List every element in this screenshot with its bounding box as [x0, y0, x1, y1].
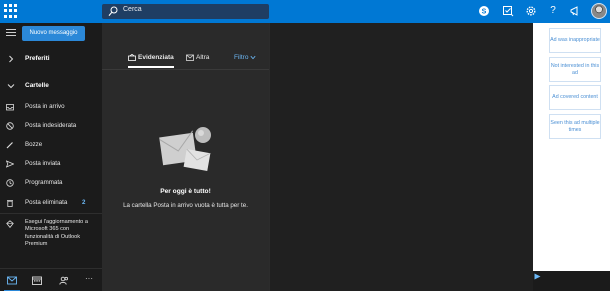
- folder-scheduled[interactable]: Programmata: [0, 177, 102, 190]
- other-inbox-icon: [186, 54, 194, 61]
- announcement-icon[interactable]: [569, 5, 581, 17]
- ad-feedback-seen-multiple-button[interactable]: Seen this ad multiple times: [549, 114, 601, 139]
- ad-feedback-inappropriate-button[interactable]: Ad was inappropriate: [549, 28, 601, 53]
- ad-feedback-pane: Ad was inappropriate Not interested in t…: [533, 23, 610, 271]
- drafts-icon: [6, 142, 13, 149]
- ad-choices-icon[interactable]: [534, 273, 541, 280]
- scheduled-icon: [6, 179, 14, 187]
- folder-junk[interactable]: Posta indesiderata: [0, 120, 102, 133]
- folder-label: Posta eliminata: [25, 199, 68, 206]
- focused-inbox-icon: [128, 54, 136, 61]
- favorites-section[interactable]: Preferiti: [0, 54, 102, 66]
- tab-other-label: Altra: [196, 54, 210, 62]
- favorites-label: Preferiti: [25, 55, 50, 62]
- top-bar: Cerca S ?: [0, 0, 610, 23]
- todo-icon[interactable]: [502, 5, 514, 17]
- module-switcher: ···: [0, 268, 102, 291]
- ad-feedback-covered-content-button[interactable]: Ad covered content: [549, 85, 601, 110]
- app-launcher-icon[interactable]: [4, 4, 18, 18]
- trash-icon: [7, 200, 13, 207]
- message-list: Evidenziata Altra Filtro Per oggi è tutt…: [102, 23, 269, 291]
- folder-label: Posta inviata: [25, 160, 61, 167]
- navigation-pane: Nuovo messaggio Preferiti Cartelle Posta…: [0, 23, 102, 291]
- filter-label: Filtro: [234, 54, 249, 61]
- inbox-tabs: Evidenziata Altra Filtro: [102, 23, 269, 70]
- folder-label: Programmata: [25, 179, 63, 186]
- divider: [0, 213, 102, 214]
- more-icon[interactable]: ···: [85, 275, 95, 285]
- tab-focused[interactable]: Evidenziata: [128, 54, 174, 61]
- diamond-icon: [6, 220, 14, 228]
- empty-state-title: Per oggi è tutto!: [160, 188, 211, 195]
- hamburger-menu-icon[interactable]: [6, 29, 16, 37]
- folder-inbox[interactable]: Posta in arrivo: [0, 101, 102, 114]
- folder-label: Posta in arrivo: [25, 103, 65, 110]
- tab-other[interactable]: Altra: [186, 54, 209, 61]
- empty-state-subtitle: La cartella Posta in arrivo vuota è tutt…: [123, 202, 248, 209]
- folders-label: Cartelle: [25, 82, 49, 89]
- junk-icon: [6, 122, 14, 130]
- tab-focused-label: Evidenziata: [138, 54, 174, 62]
- reading-pane: [269, 23, 533, 291]
- filter-button[interactable]: Filtro: [234, 54, 256, 61]
- ad-footer: [533, 271, 610, 291]
- calendar-icon[interactable]: [32, 276, 42, 285]
- skype-icon[interactable]: S: [478, 5, 490, 17]
- ad-feedback-not-interested-button[interactable]: Not interested in this ad: [549, 57, 601, 82]
- folder-deleted[interactable]: Posta eliminata 2: [0, 197, 102, 210]
- folder-label: Posta indesiderata: [25, 122, 77, 129]
- active-tab-indicator: [128, 66, 174, 68]
- search-box[interactable]: Cerca: [102, 4, 269, 19]
- svg-text:S: S: [482, 9, 487, 16]
- new-message-button[interactable]: Nuovo messaggio: [22, 26, 85, 41]
- chevron-down-icon: [250, 55, 256, 59]
- upgrade-promo[interactable]: Esegui l'aggiornamento a Microsoft 365 c…: [0, 219, 102, 261]
- search-icon: [108, 6, 118, 16]
- search-input[interactable]: Cerca: [123, 6, 142, 13]
- settings-icon[interactable]: [525, 5, 537, 17]
- help-icon[interactable]: ?: [547, 5, 559, 17]
- folder-label: Bozze: [25, 141, 43, 148]
- empty-inbox-illustration: [159, 127, 211, 171]
- avatar[interactable]: [591, 3, 607, 19]
- people-icon[interactable]: [59, 276, 69, 285]
- folder-sent[interactable]: Posta inviata: [0, 158, 102, 171]
- chevron-down-icon: [7, 84, 15, 89]
- chevron-right-icon: [9, 55, 14, 63]
- unread-count-badge: 2: [82, 199, 86, 206]
- upgrade-text: Esegui l'aggiornamento a Microsoft 365 c…: [25, 219, 88, 248]
- mail-icon[interactable]: [7, 276, 17, 285]
- inbox-icon: [6, 104, 14, 111]
- sent-icon: [6, 160, 14, 168]
- folder-drafts[interactable]: Bozze: [0, 139, 102, 152]
- folders-section[interactable]: Cartelle: [0, 81, 102, 93]
